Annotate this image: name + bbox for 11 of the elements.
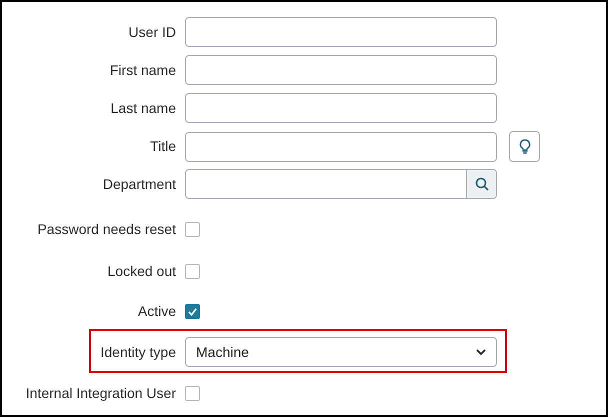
field-label: Identity type <box>100 342 176 362</box>
field-label: Title <box>150 136 176 156</box>
select-field[interactable]: Machine <box>185 337 497 367</box>
field-label: Last name <box>110 98 176 118</box>
field-label: Password needs reset <box>37 220 176 238</box>
field-label: Department <box>102 174 176 194</box>
field-label: Internal Integration User <box>26 384 176 403</box>
field-label: Active <box>138 302 176 320</box>
field-label: User ID <box>128 22 176 42</box>
field-label: Locked out <box>108 262 176 280</box>
field-label: First name <box>110 60 176 80</box>
